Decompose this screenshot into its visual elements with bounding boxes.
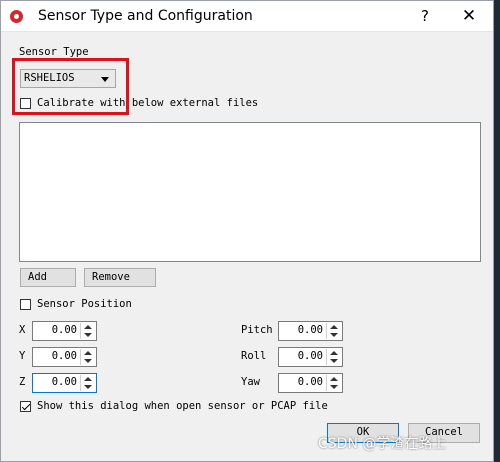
show-dialog-label: Show this dialog when open sensor or PCA… bbox=[37, 400, 328, 412]
add-file-button[interactable]: Add bbox=[20, 268, 76, 287]
roll-spinbox[interactable]: 0.00 bbox=[278, 347, 343, 367]
yaw-spinbox[interactable]: 0.00 bbox=[278, 373, 343, 393]
roll-value: 0.00 bbox=[297, 350, 323, 362]
external-files-list[interactable] bbox=[19, 122, 481, 262]
close-icon[interactable]: ✕ bbox=[455, 5, 483, 27]
spin-up-icon[interactable] bbox=[327, 349, 341, 357]
pitch-value: 0.00 bbox=[297, 324, 323, 336]
help-button[interactable]: ? bbox=[411, 5, 439, 27]
sensor-position-label: Sensor Position bbox=[37, 298, 132, 310]
z-label: Z bbox=[19, 376, 26, 388]
x-spinbox[interactable]: 0.00 bbox=[32, 321, 97, 341]
y-stepper bbox=[80, 349, 95, 365]
spin-up-icon[interactable] bbox=[81, 349, 95, 357]
z-stepper bbox=[80, 375, 95, 391]
y-spinbox[interactable]: 0.00 bbox=[32, 347, 97, 367]
x-stepper bbox=[80, 323, 95, 339]
spin-up-icon[interactable] bbox=[81, 375, 95, 383]
app-logo-icon bbox=[10, 10, 23, 23]
highlight-annotation-box bbox=[12, 58, 129, 115]
dialog-window: Sensor Type and Configuration ? ✕ Sensor… bbox=[0, 0, 494, 462]
remove-button-label: Remove bbox=[92, 271, 130, 283]
pitch-label: Pitch bbox=[241, 324, 273, 336]
x-label: X bbox=[19, 324, 26, 336]
yaw-value: 0.00 bbox=[297, 376, 323, 388]
watermark-text: CSDN @学渣在路上 bbox=[318, 436, 447, 452]
z-spinbox[interactable]: 0.00 bbox=[32, 373, 97, 393]
x-value: 0.00 bbox=[51, 324, 77, 336]
spin-down-icon[interactable] bbox=[81, 383, 95, 391]
spin-up-icon[interactable] bbox=[81, 323, 95, 331]
y-value: 0.00 bbox=[51, 350, 77, 362]
yaw-label: Yaw bbox=[241, 376, 260, 388]
sensor-position-checkbox[interactable] bbox=[20, 299, 31, 310]
pitch-stepper bbox=[326, 323, 341, 339]
spin-down-icon[interactable] bbox=[81, 357, 95, 365]
show-dialog-checkbox[interactable] bbox=[20, 401, 31, 412]
roll-stepper bbox=[326, 349, 341, 365]
spin-down-icon[interactable] bbox=[327, 357, 341, 365]
sensor-type-label: Sensor Type bbox=[19, 46, 89, 58]
spin-down-icon[interactable] bbox=[327, 331, 341, 339]
add-button-label: Add bbox=[28, 271, 47, 283]
yaw-stepper bbox=[326, 375, 341, 391]
spin-down-icon[interactable] bbox=[327, 383, 341, 391]
roll-label: Roll bbox=[241, 350, 267, 362]
pitch-spinbox[interactable]: 0.00 bbox=[278, 321, 343, 341]
dialog-title: Sensor Type and Configuration bbox=[38, 8, 253, 24]
spin-up-icon[interactable] bbox=[327, 375, 341, 383]
remove-file-button[interactable]: Remove bbox=[84, 268, 156, 287]
title-bar: Sensor Type and Configuration ? ✕ bbox=[1, 1, 493, 32]
y-label: Y bbox=[19, 350, 26, 362]
spin-up-icon[interactable] bbox=[327, 323, 341, 331]
spin-down-icon[interactable] bbox=[81, 331, 95, 339]
z-value: 0.00 bbox=[51, 376, 77, 388]
